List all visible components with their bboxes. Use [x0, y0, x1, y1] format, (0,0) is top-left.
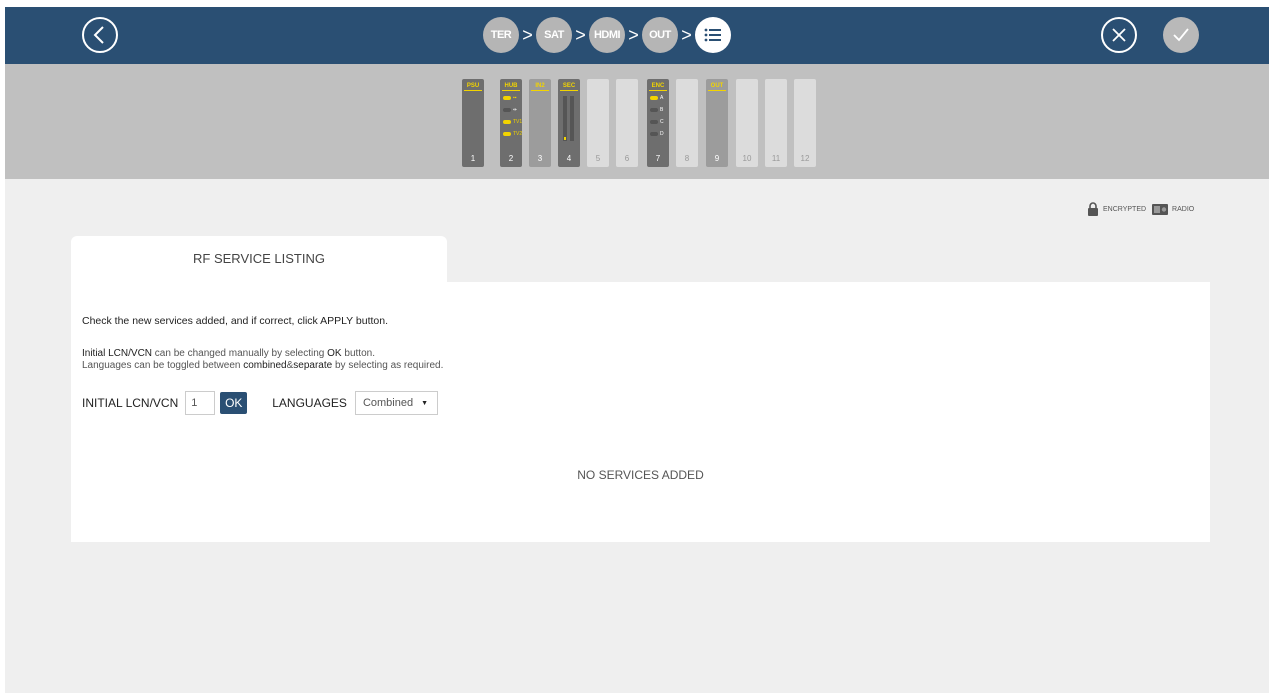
close-icon: [1112, 28, 1126, 42]
rack-slot-6[interactable]: 6: [616, 79, 638, 167]
wizard-steps: TER > SAT > HDMI > OUT >: [483, 17, 731, 53]
encoder-led: [650, 108, 658, 112]
note-text: Languages can be toggled between: [82, 360, 244, 371]
signal-bar: [570, 96, 574, 141]
slot-number: 7: [655, 154, 661, 163]
note-emphasis: OK: [327, 348, 342, 359]
step-arrow-icon: >: [628, 25, 639, 45]
slot-number: 11: [771, 154, 781, 163]
slot-tag: PSU: [464, 83, 482, 91]
note-text: can be changed manually by selecting: [152, 348, 328, 359]
radio-icon: [1152, 204, 1169, 215]
encoder-led: [650, 132, 658, 136]
slot-tag: OUT: [708, 83, 726, 91]
check-icon: [1173, 28, 1189, 42]
rack-slot-5[interactable]: 5: [587, 79, 609, 167]
step-sat[interactable]: SAT: [536, 17, 572, 53]
port-label: A: [660, 95, 664, 101]
rack-slot-8[interactable]: 8: [676, 79, 698, 167]
encoder-led: [650, 96, 658, 100]
cancel-button[interactable]: [1101, 17, 1137, 53]
signal-bar: [563, 96, 567, 141]
step-arrow-icon: >: [522, 25, 533, 45]
note-text: by selecting as required.: [332, 360, 444, 371]
chevron-left-icon: [93, 26, 104, 44]
slot-number: 9: [714, 154, 720, 163]
tab-rf-service-listing[interactable]: RF SERVICE LISTING: [71, 236, 447, 282]
rack-slot-2[interactable]: HUB ▪▪ ⇷ TV1 TV2 2: [500, 79, 522, 167]
lcn-note: Initial LCN/VCN can be changed manually …: [82, 348, 375, 359]
step-service-list[interactable]: [695, 17, 731, 53]
step-hdmi[interactable]: HDMI: [589, 17, 625, 53]
caret-down-icon: ▼: [421, 399, 429, 407]
slot-tag: IN2: [531, 83, 549, 91]
slot-number: 3: [537, 154, 543, 163]
slot-number: 1: [470, 154, 476, 163]
legend-encrypted-label: ENCRYPTED: [1103, 205, 1147, 213]
rack-slot-1[interactable]: PSU 1: [462, 79, 484, 167]
slot-number: 12: [800, 154, 810, 163]
legend: ENCRYPTED RADIO: [1087, 202, 1200, 216]
step-out[interactable]: OUT: [642, 17, 678, 53]
slot-number: 6: [624, 154, 630, 163]
instruction-text: Check the new services added, and if cor…: [82, 315, 389, 327]
step-arrow-icon: >: [575, 25, 586, 45]
network-icon: ▪▪: [513, 95, 517, 101]
step-ter[interactable]: TER: [483, 17, 519, 53]
lock-icon: [1088, 202, 1098, 216]
port-label: C: [660, 119, 664, 125]
languages-selected-value: Combined: [362, 397, 414, 409]
app-window: TER > SAT > HDMI > OUT > PSU 1 HUB ▪▪ ⇷ …: [5, 7, 1269, 693]
list-icon: [704, 28, 721, 42]
rack-slot-3[interactable]: IN2 3: [529, 79, 551, 167]
slot-number: 10: [742, 154, 752, 163]
usb-icon: ⇷: [513, 107, 518, 113]
signal-level: [564, 137, 566, 140]
slot-number: 8: [684, 154, 690, 163]
rack-slot-7[interactable]: ENC A B C D 7: [647, 79, 669, 167]
note-text: button.: [341, 348, 375, 359]
slot-number: 2: [508, 154, 514, 163]
legend-radio-label: RADIO: [1172, 205, 1195, 213]
apply-button[interactable]: [1163, 17, 1199, 53]
rack-slot-11[interactable]: 11: [765, 79, 787, 167]
port-label: TV2: [513, 131, 523, 137]
hub-port-led: [503, 120, 511, 124]
slot-number: 5: [595, 154, 601, 163]
lcn-label: INITIAL LCN/VCN: [82, 396, 179, 410]
slot-tag: SEC: [560, 83, 578, 91]
empty-state-message: NO SERVICES ADDED: [577, 468, 704, 482]
languages-label: LANGUAGES: [272, 396, 347, 410]
rack-slot-12[interactable]: 12: [794, 79, 816, 167]
encoder-led: [650, 120, 658, 124]
slot-tag: ENC: [649, 83, 667, 91]
tab-label: RF SERVICE LISTING: [193, 251, 325, 266]
slot-tag: HUB: [502, 83, 520, 91]
note-emphasis: combined: [243, 360, 287, 371]
rack-slot-9[interactable]: OUT 9: [706, 79, 728, 167]
module-rack: PSU 1 HUB ▪▪ ⇷ TV1 TV2 2 IN2 3 SEC 4 5 6…: [5, 64, 1269, 179]
hub-port-led: [503, 96, 511, 100]
rack-slot-10[interactable]: 10: [736, 79, 758, 167]
rack-slot-4[interactable]: SEC 4: [558, 79, 580, 167]
hub-port-led: [503, 108, 511, 112]
back-button[interactable]: [82, 17, 118, 53]
languages-note: Languages can be toggled between combine…: [82, 360, 443, 371]
note-emphasis: Initial LCN/VCN: [82, 348, 153, 359]
service-listing-panel: Check the new services added, and if cor…: [71, 282, 1210, 542]
note-emphasis: separate: [293, 360, 333, 371]
top-bar: TER > SAT > HDMI > OUT >: [5, 7, 1269, 64]
lcn-input[interactable]: [185, 391, 216, 415]
ok-button[interactable]: OK: [220, 392, 248, 414]
port-label: B: [660, 107, 664, 113]
step-arrow-icon: >: [681, 25, 692, 45]
hub-port-led: [503, 132, 511, 136]
port-label: TV1: [513, 119, 523, 125]
slot-number: 4: [566, 154, 572, 163]
languages-select[interactable]: Combined ▼: [354, 391, 438, 415]
listing-controls: INITIAL LCN/VCN OK LANGUAGES Combined ▼: [82, 391, 438, 415]
port-label: D: [660, 131, 664, 137]
